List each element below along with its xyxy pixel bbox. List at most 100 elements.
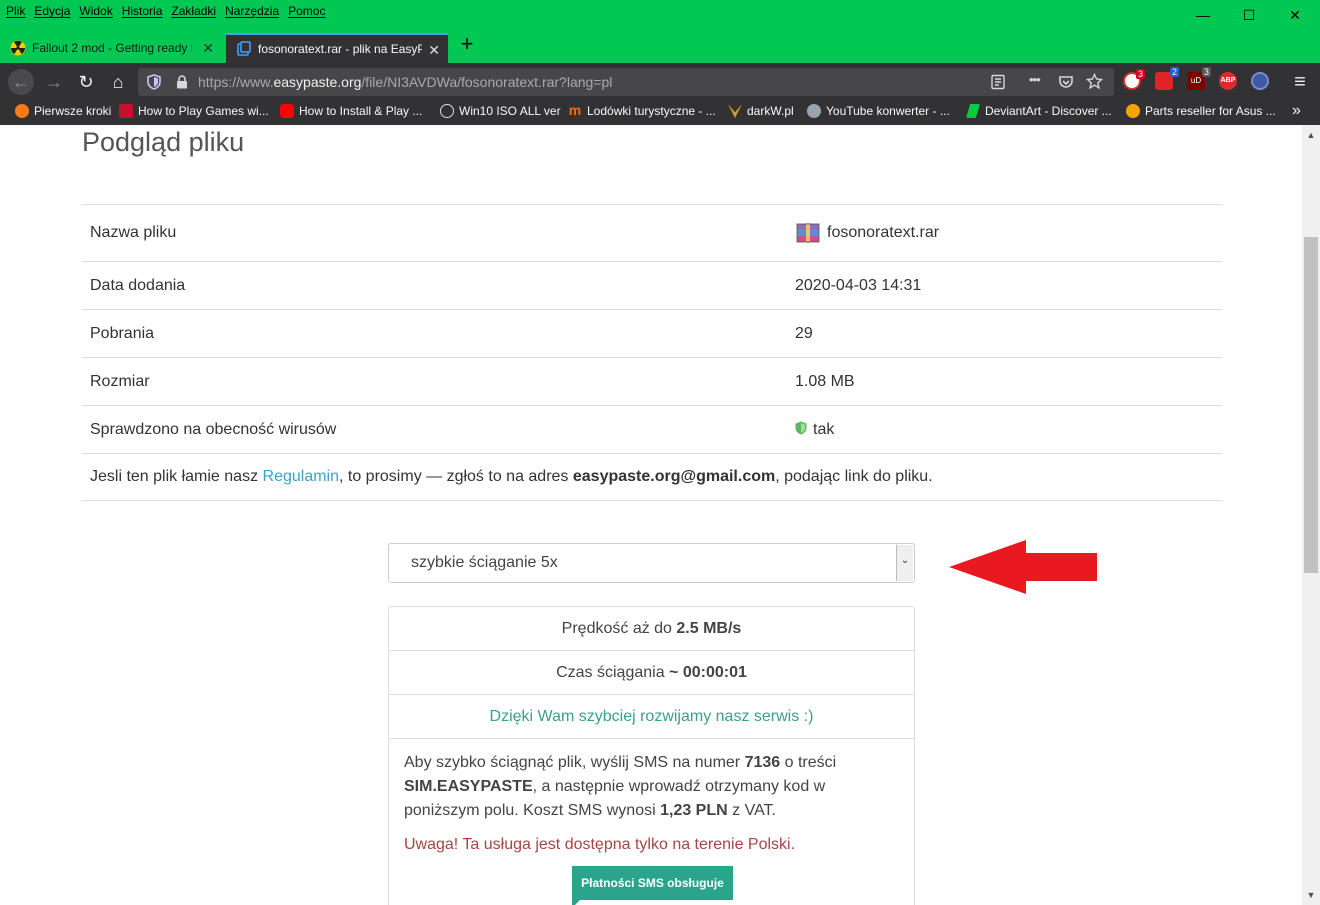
menu-tools[interactable]: Narzędzia	[225, 4, 279, 18]
row-label: Pobrania	[82, 309, 787, 358]
bookmark-item[interactable]: Parts reseller for Asus ...	[1126, 104, 1276, 118]
pocket-icon[interactable]	[1058, 74, 1074, 90]
download-panel: Prędkość aż do 2.5 MB/s Czas ściągania ~…	[388, 606, 915, 905]
page-scrollbar[interactable]: ▲ ▼	[1302, 125, 1320, 905]
home-button[interactable]: ⌂	[105, 69, 131, 95]
row-label: Nazwa pliku	[82, 204, 787, 262]
dropdown-arrow[interactable]: ⌄	[896, 545, 913, 581]
regulamin-link[interactable]: Regulamin	[263, 468, 339, 485]
menu-help[interactable]: Pomoc	[288, 4, 325, 18]
tab-easypaste[interactable]: fosonoratext.rar - plik na EasyP ✕	[226, 33, 448, 63]
bookmark-label: How to Play Games wi...	[138, 104, 269, 118]
bookmark-item[interactable]: DeviantArt - Discover ...	[966, 104, 1112, 118]
scroll-up-arrow-icon[interactable]: ▲	[1302, 127, 1320, 143]
menu-bar: Plik Edycja Widok Historia Zakładki Narz…	[0, 0, 1320, 30]
reload-button[interactable]: ↻	[73, 69, 99, 95]
page-actions-icon[interactable]: •••	[1029, 72, 1041, 87]
globe-icon	[440, 104, 454, 118]
tab-fallout[interactable]: Fallout 2 mod - Getting ready f ✕	[0, 33, 222, 63]
sms-instructions: Aby szybko ściągnąć plik, wyślij SMS na …	[389, 739, 914, 857]
extension-gift-icon[interactable]: 2	[1155, 67, 1179, 90]
lock-icon[interactable]	[176, 75, 188, 89]
chevron-double-right-icon: »	[1292, 102, 1301, 119]
parts-icon	[1126, 104, 1140, 118]
adblock-plus-icon[interactable]: ABP	[1219, 72, 1237, 90]
site-icon	[119, 104, 133, 118]
back-button[interactable]: ←	[8, 69, 34, 95]
bookmark-item[interactable]: m Lodówki turystyczne - ...	[568, 102, 716, 118]
url-bar[interactable]: https://www.easypaste.org/file/NI3AVDWa/…	[138, 68, 1114, 96]
table-row: Pobrania 29	[82, 309, 1222, 358]
bookmark-star-icon[interactable]	[1086, 73, 1103, 90]
extension-globe-icon[interactable]	[1251, 72, 1269, 90]
download-speed-select[interactable]: szybkie ściąganie 5x ⌄	[388, 543, 915, 583]
close-tab-icon[interactable]: ✕	[202, 40, 214, 57]
bookmark-label: Lodówki turystyczne - ...	[587, 104, 716, 118]
bookmark-label: How to Install & Play ...	[299, 104, 423, 118]
forward-button[interactable]: →	[41, 69, 67, 95]
home-icon: ⌂	[112, 71, 124, 92]
menu-edit[interactable]: Edycja	[34, 4, 70, 18]
select-value: szybkie ściąganie 5x	[411, 554, 558, 571]
bookmark-item[interactable]: How to Install & Play ...	[280, 104, 422, 118]
file-name: fosonoratext.rar	[827, 224, 940, 242]
scroll-down-arrow-icon[interactable]: ▼	[1302, 887, 1320, 903]
bookmark-label: Parts reseller for Asus ...	[1145, 104, 1276, 118]
bookmark-label: DeviantArt - Discover ...	[985, 104, 1112, 118]
close-tab-icon[interactable]: ✕	[428, 42, 440, 59]
extension-privacy-icon[interactable]: 3	[1123, 69, 1145, 90]
bookmark-item[interactable]: Win10 ISO ALL ver	[440, 104, 561, 118]
m-logo-icon: m	[568, 102, 582, 118]
bookmark-item[interactable]: YouTube konwerter - ...	[807, 104, 950, 118]
sms-payment-button[interactable]: Płatności SMS obsługuje	[572, 866, 733, 905]
row-value: 2020-04-03 14:31	[787, 261, 1222, 310]
app-menu-button[interactable]: ≡	[1287, 69, 1313, 95]
tab-label: Fallout 2 mod - Getting ready f	[32, 41, 192, 55]
time-row: Czas ściągania ~ 00:00:01	[389, 651, 914, 695]
bookmark-label: Win10 ISO ALL ver	[459, 104, 561, 118]
page-title: Podgląd pliku	[82, 127, 245, 157]
bookmark-label: Pierwsze kroki	[34, 104, 112, 118]
bookmarks-overflow-button[interactable]: »	[1292, 102, 1301, 120]
chevron-down-icon: ⌄	[900, 554, 910, 566]
menu-history[interactable]: Historia	[122, 4, 163, 18]
row-value: fosonoratext.rar	[787, 204, 1222, 262]
reload-icon: ↻	[78, 71, 94, 92]
menu-view[interactable]: Widok	[79, 4, 112, 18]
thanks-row: Dzięki Wam szybciej rozwijamy nasz serwi…	[389, 695, 914, 739]
url-text: https://www.easypaste.org/file/NI3AVDWa/…	[198, 74, 612, 90]
time-label: Czas ściągania	[556, 663, 670, 681]
sms-code: SIM.EASYPASTE	[404, 778, 533, 795]
new-tab-button[interactable]: +	[455, 33, 479, 57]
table-row: Data dodania 2020-04-03 14:31	[82, 261, 1222, 310]
extension-badge: 3	[1201, 67, 1211, 77]
bookmark-item[interactable]: Pierwsze kroki	[15, 104, 111, 118]
browser-chrome: Plik Edycja Widok Historia Zakładki Narz…	[0, 0, 1320, 125]
row-label: Rozmiar	[82, 357, 787, 406]
speed-label: Prędkość aż do	[561, 619, 677, 637]
extension-badge: 2	[1169, 67, 1179, 77]
menu-bookmarks[interactable]: Zakładki	[171, 4, 216, 18]
row-label: Data dodania	[82, 261, 787, 310]
reader-view-icon[interactable]	[990, 74, 1006, 90]
maximize-button[interactable]: ☐	[1226, 0, 1272, 30]
bookmark-item[interactable]: How to Play Games wi...	[119, 104, 269, 118]
close-window-button[interactable]: ✕	[1272, 0, 1318, 30]
tracking-shield-icon[interactable]	[147, 74, 161, 90]
scrollbar-thumb[interactable]	[1304, 237, 1318, 573]
url-prefix: https://www.	[198, 74, 274, 90]
youtube-icon	[280, 104, 294, 118]
maximize-icon: ☐	[1242, 6, 1256, 23]
ublock-label: uD	[1190, 76, 1202, 85]
bookmark-item[interactable]: darkW.pl	[728, 104, 794, 118]
page-content: Podgląd pliku Nazwa pliku fosonoratext.r…	[0, 125, 1302, 905]
report-email: easypaste.org@gmail.com	[572, 468, 776, 485]
sms-text: Aby szybko ściągnąć plik, wyślij SMS na …	[404, 754, 745, 771]
ublock-icon[interactable]: uD 3	[1187, 67, 1211, 90]
report-row: Jesli ten plik łamie nasz Regulamin, to …	[82, 453, 1222, 501]
menu-file[interactable]: Plik	[6, 4, 25, 18]
sms-price: 1,23 PLN	[660, 802, 728, 819]
minimize-button[interactable]: —	[1180, 0, 1226, 30]
tab-bar: Fallout 2 mod - Getting ready f ✕ fosono…	[0, 30, 1320, 63]
sms-text: z VAT.	[727, 802, 776, 819]
